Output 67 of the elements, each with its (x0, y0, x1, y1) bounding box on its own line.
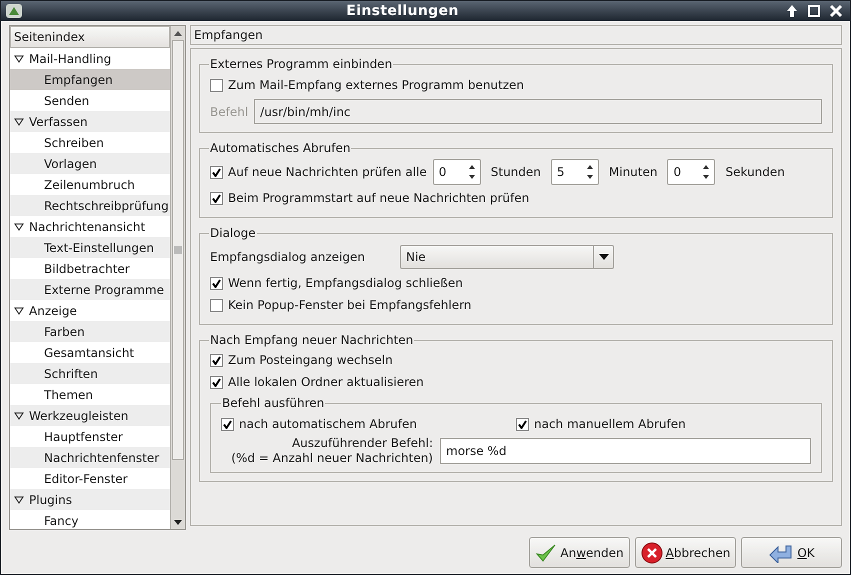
window-title: Einstellungen (345, 2, 460, 20)
cancel-icon (640, 542, 663, 564)
return-arrow-icon (768, 542, 794, 562)
unit-label: Stunden (490, 164, 541, 181)
tree-item[interactable]: Verfassen (10, 111, 170, 132)
checkbox[interactable] (210, 354, 223, 366)
tree-item[interactable]: Text-Einstellungen (10, 237, 170, 258)
spin-field[interactable]: 0 (667, 159, 716, 185)
checkbox[interactable] (210, 192, 223, 204)
checkbox-option[interactable]: Zum Posteingang wechseln (210, 349, 822, 371)
checkmark-icon (535, 542, 558, 562)
checkbox-option[interactable]: Beim Programmstart auf neue Nachrichten prüfen (210, 187, 822, 209)
ok-button[interactable]: OK (741, 537, 842, 568)
apply-button[interactable]: Anwenden (529, 537, 630, 568)
grip-icon[interactable] (174, 246, 182, 254)
scrollbar[interactable] (170, 26, 185, 529)
group-title: Dialoge (209, 225, 257, 242)
checkbox-option[interactable]: nach manuellem Abrufen (516, 415, 811, 433)
tree-item[interactable]: Farben (10, 321, 170, 342)
scroll-down-icon[interactable] (174, 520, 182, 524)
spin-field[interactable]: 0 (432, 159, 481, 185)
expander-icon[interactable] (14, 222, 24, 232)
checkbox[interactable] (516, 418, 529, 430)
unit-label: Sekunden (725, 164, 785, 181)
app-icon (5, 3, 23, 19)
dropdown-arrow-icon[interactable] (598, 254, 608, 260)
expander-icon[interactable] (14, 494, 24, 504)
checkbox[interactable] (210, 276, 223, 290)
group-title: Externes Programm einbinden (209, 56, 394, 73)
checkbox-option[interactable]: Auf neue Nachrichten prüfen alle (210, 163, 427, 181)
group-title: Nach Empfang neuer Nachrichten (209, 332, 414, 349)
checkbox-option[interactable]: Kein Popup-Fenster bei Empfangsfehlern (210, 294, 822, 316)
expander-icon[interactable] (14, 410, 24, 420)
tree-item[interactable]: Empfangen (10, 69, 170, 90)
checkbox-option[interactable]: nach automatischem Abrufen (221, 415, 516, 433)
expander-icon[interactable] (14, 116, 24, 126)
input-field[interactable]: morse %d (440, 438, 811, 464)
tree-item[interactable]: Schriften (10, 363, 170, 384)
tree-item[interactable]: Plugins (10, 489, 170, 510)
scroll-up-icon[interactable] (174, 30, 182, 36)
checkbox[interactable] (210, 166, 223, 178)
expander-icon[interactable] (14, 306, 24, 316)
tree-item[interactable]: Vorlagen (10, 153, 170, 174)
tree-item[interactable]: Externe Programme (10, 279, 170, 300)
tree-item[interactable]: Rechtschreibprüfung (10, 195, 170, 216)
dropdown[interactable]: Nie (400, 245, 614, 269)
field-label: Empfangsdialog anzeigen (210, 249, 366, 266)
checkbox[interactable] (210, 298, 223, 312)
column-header[interactable]: Seitenindex (10, 26, 170, 48)
tree-item[interactable]: Nachrichtenfenster (10, 447, 170, 468)
expander-icon[interactable] (14, 54, 24, 64)
page-title: Empfangen (190, 25, 842, 45)
unit-label: Minuten (608, 164, 658, 181)
checkbox-option[interactable]: Alle lokalen Ordner aktualisieren (210, 371, 822, 393)
spin-arrows-icon[interactable] (468, 163, 476, 181)
group-title: Befehl ausführen (221, 395, 326, 412)
cancel-button[interactable]: Abbrechen (635, 537, 736, 568)
command-label: Auszuführender Befehl: (%d = Anzahl neuer Nachrichten) (230, 436, 433, 466)
tree-item[interactable]: Werkzeugleisten (10, 405, 170, 426)
field-label: Befehl (210, 104, 248, 120)
checkbox[interactable] (221, 418, 234, 430)
spin-field[interactable]: 5 (550, 159, 599, 185)
spin-arrows-icon[interactable] (586, 163, 594, 181)
checkbox[interactable] (210, 376, 223, 388)
checkbox-option[interactable]: Wenn fertig, Empfangsdialog schließen (210, 272, 822, 294)
group-title: Automatisches Abrufen (209, 140, 352, 157)
spin-arrows-icon[interactable] (702, 163, 710, 181)
